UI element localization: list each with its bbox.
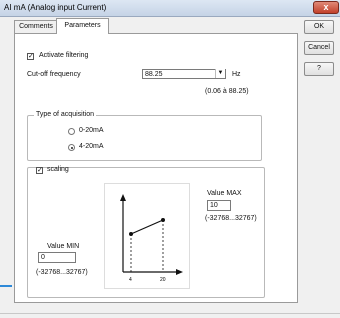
activate-filtering-checkbox[interactable]: ✓ <box>27 53 34 60</box>
option-0-20ma-label: 0-20mA <box>79 127 104 134</box>
cutoff-range: (0.06 à 88.25) <box>205 88 249 95</box>
bottom-divider <box>0 313 340 314</box>
tab-parameters[interactable]: Parameters <box>56 18 109 34</box>
graph-max-point <box>161 218 165 222</box>
value-max-input[interactable]: 10 <box>207 200 231 211</box>
cutoff-frequency-label: Cut-off frequency <box>27 71 81 78</box>
tab-comments[interactable]: Comments <box>14 20 58 33</box>
cutoff-frequency-select[interactable]: 88.25 <box>142 69 226 79</box>
value-min-range: (-32768...32767) <box>36 269 88 276</box>
chevron-down-icon[interactable]: ▼ <box>215 69 225 78</box>
accent-marker <box>0 285 12 287</box>
graph-x-arrow <box>176 269 183 275</box>
value-max-range: (-32768...32767) <box>205 215 257 222</box>
graph-min-point <box>129 232 133 236</box>
activate-filtering-label: Activate filtering <box>39 52 89 59</box>
scaling-graph: 4 20 <box>104 183 190 289</box>
ok-button[interactable]: OK <box>304 20 334 34</box>
option-4-20ma-label: 4-20mA <box>79 143 104 150</box>
scaling-label: scaling <box>47 166 69 173</box>
scaling-checkbox[interactable]: ✓ <box>36 167 43 174</box>
acquisition-group <box>27 115 262 161</box>
cutoff-frequency-value: 88.25 <box>145 71 163 78</box>
graph-x-label-20: 20 <box>160 277 166 283</box>
window-title: AI mA (Analog input Current) <box>4 3 107 12</box>
close-button[interactable]: x <box>313 1 339 14</box>
graph-scale-line <box>130 219 164 235</box>
value-min-label: Value MIN <box>47 243 80 250</box>
graph-x-label-4: 4 <box>129 277 132 283</box>
value-max-label: Value MAX <box>207 190 242 197</box>
help-button[interactable]: ? <box>304 62 334 76</box>
graph-y-arrow <box>120 194 126 201</box>
value-min-input[interactable]: 0 <box>38 252 76 263</box>
acquisition-title: Type of acquisition <box>34 111 96 118</box>
radio-4-20ma[interactable] <box>68 144 75 151</box>
radio-0-20ma[interactable] <box>68 128 75 135</box>
cutoff-unit: Hz <box>232 71 241 78</box>
scaling-graph-svg: 4 20 <box>120 194 183 283</box>
cancel-button[interactable]: Cancel <box>304 41 334 55</box>
